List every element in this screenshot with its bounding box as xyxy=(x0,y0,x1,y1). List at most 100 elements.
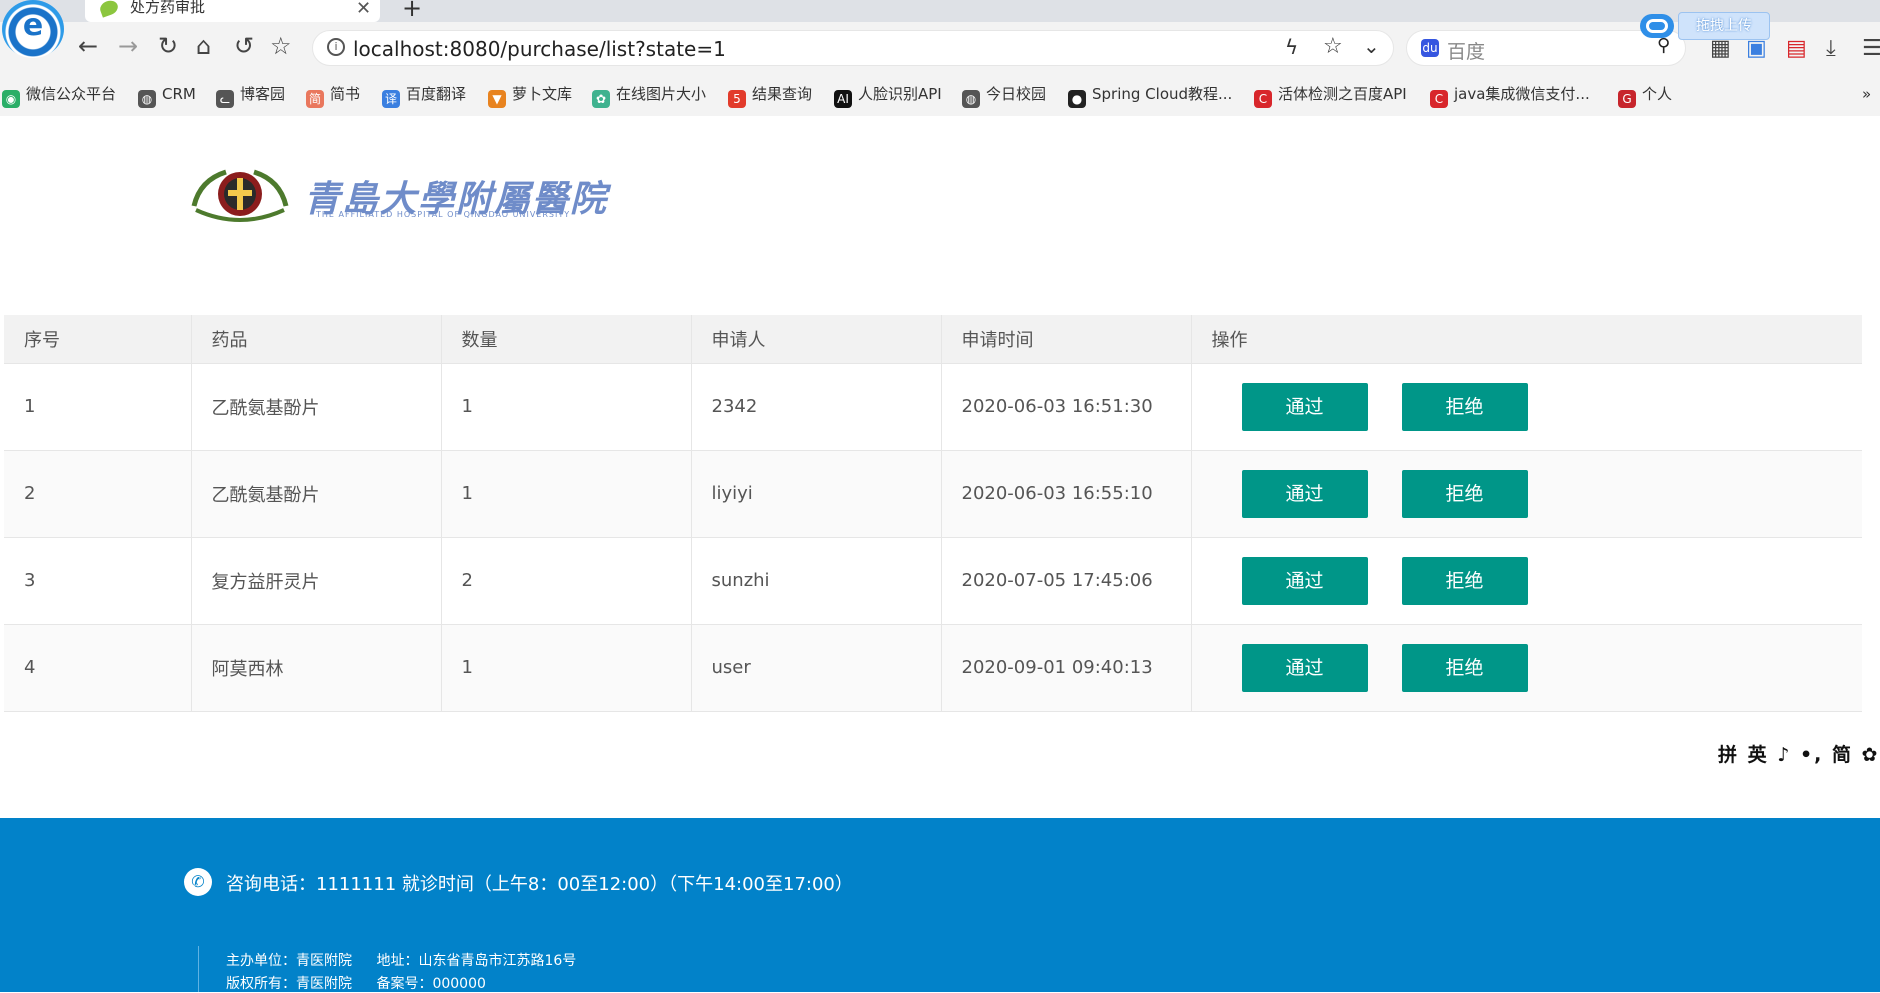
bookmarks-bar: ◉ 微信公众平台 ◍ CRM ᓚ 博客园简简书译百度翻译 ▼ 萝卜文库 ✿ 在线图片大小 5 结果查询… xyxy=(0,80,1880,110)
cell-id: 4 xyxy=(4,624,192,712)
table-row: 3 复方益肝灵片 2 sunzhi 2020-07-05 17:45:06 通过 拒绝 xyxy=(4,537,1862,625)
footer-copyright: 版权所有：青医附院 xyxy=(226,976,352,992)
bookmark-item[interactable]: G 个人 xyxy=(1618,80,1672,108)
bookmark-label: 结果查询 xyxy=(752,85,813,103)
globe-icon: ◍ xyxy=(962,90,980,108)
baidu-icon: du xyxy=(1421,39,1439,57)
bookmark-label: 活体检测之百度API xyxy=(1278,85,1407,103)
table-row: 1 乙酰氨基酚片 1 2342 2020-06-03 16:51:30 通过 拒绝 xyxy=(4,363,1862,451)
header-actions: 操作 xyxy=(1191,315,1862,364)
cell-actions: 通过 拒绝 xyxy=(1191,450,1862,538)
bookmark-label: 百度翻译 xyxy=(406,85,467,103)
menu-icon[interactable]: ☰ xyxy=(1862,36,1880,61)
reject-button[interactable]: 拒绝 xyxy=(1401,469,1528,518)
bookmark-label: 简书 xyxy=(330,85,361,103)
bookmark-label: java集成微信支付... xyxy=(1454,85,1590,103)
cell-id: 3 xyxy=(4,537,192,625)
browser-logo-icon[interactable]: e xyxy=(2,0,64,58)
approve-button[interactable]: 通过 xyxy=(1241,469,1368,518)
search-placeholder[interactable]: 百度 xyxy=(1447,37,1485,64)
bookmarks-more-icon[interactable]: » xyxy=(1862,80,1871,108)
footer-record: 备案号：000000 xyxy=(376,976,486,992)
cell-id: 2 xyxy=(4,450,192,538)
approve-button[interactable]: 通过 xyxy=(1241,643,1368,692)
ime-toolbar[interactable]: 拼 英 ♪ •, 简 ✿ xyxy=(1718,740,1879,767)
github-icon: ● xyxy=(1068,90,1086,108)
cell-drug: 阿莫西林 xyxy=(191,624,442,712)
lightning-icon[interactable]: ϟ xyxy=(1285,35,1298,59)
footer-info-line-1: 主办单位：青医附院 地址：山东省青岛市江苏路16号 xyxy=(226,950,596,970)
table-row: 2 乙酰氨基酚片 1 liyiyi 2020-06-03 16:55:10 通过 拒绝 xyxy=(4,450,1862,538)
bookmark-item[interactable]: AI 人脸识别API xyxy=(834,80,942,108)
forward-icon[interactable]: → xyxy=(118,32,138,60)
bookmark-item[interactable]: ✿ 在线图片大小 xyxy=(592,80,706,108)
cell-actions: 通过 拒绝 xyxy=(1191,363,1862,451)
hospital-logo: 青島大學附屬醫院 THE AFFILIATED HOSPITAL OF QING… xyxy=(186,166,626,226)
wechat-icon: ◉ xyxy=(2,90,20,108)
upload-label: 拖拽上传 xyxy=(1678,12,1770,40)
bookmark-item[interactable]: ◍ 今日校园 xyxy=(962,80,1046,108)
footer: ✆ 咨询电话：1111111 就诊时间（上午8：00至12:00）（下午14:0… xyxy=(0,818,1880,992)
carrot-icon: ▼ xyxy=(488,90,506,108)
footer-divider xyxy=(198,946,199,992)
url-text[interactable]: localhost:8080/purchase/list?state=1 xyxy=(353,37,726,61)
bookmark-label: 萝卜文库 xyxy=(512,85,573,103)
reject-button[interactable]: 拒绝 xyxy=(1401,382,1528,431)
cell-quantity: 1 xyxy=(441,450,692,538)
bookmark-item[interactable]: C 活体检测之百度API xyxy=(1254,80,1407,108)
cell-applicant: user xyxy=(691,624,942,712)
bookmark-label: CRM xyxy=(162,85,196,103)
bookmark-item[interactable]: 简简书 xyxy=(306,80,360,108)
cell-applicant: sunzhi xyxy=(691,537,942,625)
bookmark-star-icon[interactable]: ☆ xyxy=(1323,34,1343,59)
reject-button[interactable]: 拒绝 xyxy=(1401,556,1528,605)
reject-button[interactable]: 拒绝 xyxy=(1401,643,1528,692)
cell-apply-time: 2020-06-03 16:55:10 xyxy=(941,450,1192,538)
download-icon[interactable]: ⤓ xyxy=(1826,36,1836,61)
table-header-row: 序号 药品 数量 申请人 申请时间 操作 xyxy=(4,315,1862,364)
header-id: 序号 xyxy=(4,315,192,364)
bookmark-item[interactable]: ● Spring Cloud教程... xyxy=(1068,80,1232,108)
new-tab-icon[interactable]: + xyxy=(402,0,422,22)
header-drug: 药品 xyxy=(191,315,442,364)
cell-apply-time: 2020-06-03 16:51:30 xyxy=(941,363,1192,451)
cell-quantity: 1 xyxy=(441,624,692,712)
cell-drug: 乙酰氨基酚片 xyxy=(191,450,442,538)
footer-contact: 咨询电话：1111111 就诊时间（上午8：00至12:00）（下午14:00至… xyxy=(226,874,853,895)
favorite-star-icon[interactable]: ☆ xyxy=(270,32,292,60)
approve-button[interactable]: 通过 xyxy=(1241,382,1368,431)
address-bar[interactable]: i localhost:8080/purchase/list?state=1 ϟ… xyxy=(312,30,1394,66)
bookmark-item[interactable]: ◉ 微信公众平台 xyxy=(2,80,116,108)
footer-address: 地址：山东省青岛市江苏路16号 xyxy=(376,953,577,969)
five-icon: 5 xyxy=(728,90,746,108)
bookmark-label: 博客园 xyxy=(240,85,286,103)
bookmark-item[interactable]: ▼ 萝卜文库 xyxy=(488,80,572,108)
info-icon[interactable]: i xyxy=(327,38,345,56)
gear-icon: ✿ xyxy=(592,90,610,108)
tab-close-icon[interactable]: ✕ xyxy=(356,0,371,19)
chevron-down-icon[interactable]: ⌄ xyxy=(1363,34,1380,58)
bookmark-item[interactable]: ◍ CRM xyxy=(138,80,196,108)
home-icon[interactable]: ⌂ xyxy=(196,32,211,60)
bookmark-item[interactable]: 5 结果查询 xyxy=(728,80,812,108)
bookmark-label: Spring Cloud教程... xyxy=(1092,85,1233,103)
footer-host: 主办单位：青医附院 xyxy=(226,953,352,969)
bookmark-item[interactable]: Cjava集成微信支付... xyxy=(1430,80,1590,108)
bookmark-item[interactable]: ᓚ 博客园 xyxy=(216,80,285,108)
reload-icon[interactable]: ↻ xyxy=(158,32,178,60)
bookmark-item[interactable]: 译百度翻译 xyxy=(382,80,466,108)
drag-upload-button[interactable]: 拖拽上传 xyxy=(1640,10,1770,42)
bookmark-label: 今日校园 xyxy=(986,85,1047,103)
cell-id: 1 xyxy=(4,363,192,451)
approve-button[interactable]: 通过 xyxy=(1241,556,1368,605)
pdf-icon[interactable]: ▤ xyxy=(1786,36,1807,61)
back-icon[interactable]: ← xyxy=(78,32,98,60)
cell-apply-time: 2020-07-05 17:45:06 xyxy=(941,537,1192,625)
tab-title[interactable]: 处方药审批 xyxy=(130,0,205,15)
cell-actions: 通过 拒绝 xyxy=(1191,624,1862,712)
cell-applicant: 2342 xyxy=(691,363,942,451)
undo-icon[interactable]: ↺ xyxy=(234,32,254,60)
footer-info-line-2: 版权所有：青医附院 备案号：000000 xyxy=(226,973,506,993)
csdn-icon: C xyxy=(1254,90,1272,108)
csdn-icon: C xyxy=(1430,90,1448,108)
